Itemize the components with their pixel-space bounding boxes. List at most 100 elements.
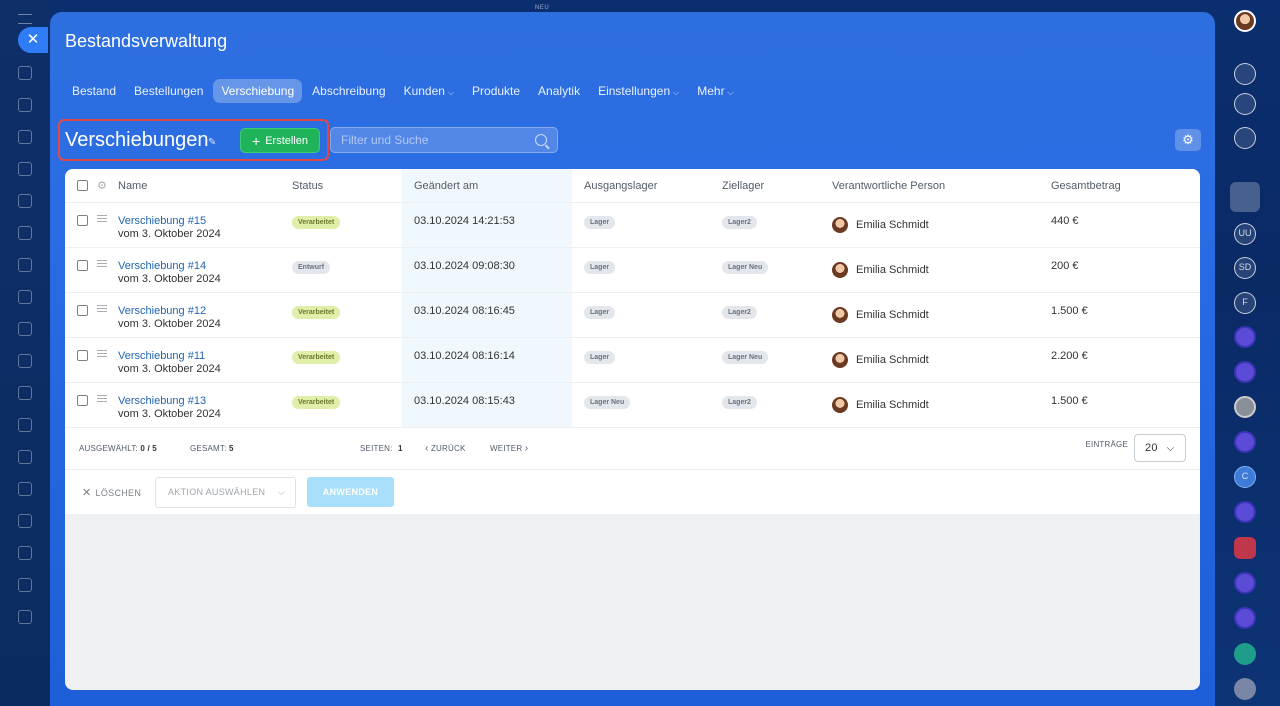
source-warehouse-tag: Lager	[584, 261, 616, 274]
documents-icon[interactable]	[18, 194, 32, 208]
per-page-select[interactable]: 20 ⌵	[1134, 434, 1186, 462]
row-name-link[interactable]: Verschiebung #12	[118, 305, 292, 317]
table-row[interactable]: Verschiebung #15 vom 3. Oktober 2024 Vera…	[65, 203, 1200, 248]
tab-mehr[interactable]: Mehr ⌵	[689, 79, 741, 103]
row-name-link[interactable]: Verschiebung #15	[118, 215, 292, 227]
row-menu-icon[interactable]	[97, 350, 107, 357]
table-row[interactable]: Verschiebung #14 vom 3. Oktober 2024 Entw…	[65, 248, 1200, 293]
tab-verschiebung[interactable]: Verschiebung	[213, 79, 303, 103]
settings-icon[interactable]	[18, 578, 32, 592]
row-checkbox[interactable]	[77, 260, 88, 271]
column-header-person[interactable]: Verantwortliche Person	[832, 180, 1051, 192]
search-box[interactable]	[330, 127, 558, 153]
contact-avatar[interactable]	[1234, 396, 1256, 418]
filter-icon[interactable]	[18, 482, 32, 496]
home-icon[interactable]	[18, 66, 32, 80]
analytics-icon[interactable]	[18, 354, 32, 368]
user-avatar[interactable]	[1234, 10, 1256, 32]
row-name-link[interactable]: Verschiebung #11	[118, 350, 292, 362]
tasks-check-icon[interactable]	[1234, 537, 1256, 559]
responsible-person[interactable]: Emilia Schmidt	[856, 264, 929, 276]
channel-icon[interactable]	[1234, 501, 1256, 523]
row-checkbox[interactable]	[77, 395, 88, 406]
checklist-icon[interactable]	[18, 290, 32, 304]
row-checkbox[interactable]	[77, 350, 88, 361]
table-row[interactable]: Verschiebung #11 vom 3. Oktober 2024 Vera…	[65, 338, 1200, 383]
lock-icon[interactable]	[1234, 643, 1256, 665]
inventory-icon[interactable]	[18, 450, 32, 464]
column-header-status[interactable]: Status	[292, 180, 402, 192]
channel-icon[interactable]	[1234, 607, 1256, 629]
settings-button[interactable]: ⚙	[1175, 129, 1201, 151]
tab-bestellungen[interactable]: Bestellungen	[126, 79, 211, 103]
tab-einstellungen[interactable]: Einstellungen ⌵	[590, 79, 687, 103]
column-header-date[interactable]: Geändert am	[402, 169, 572, 202]
column-settings-icon[interactable]: ⚙	[97, 179, 107, 192]
tab-analytik[interactable]: Analytik	[530, 79, 588, 103]
tab-abschreibung[interactable]: Abschreibung	[304, 79, 393, 103]
search-icon[interactable]	[535, 134, 547, 146]
select-all-checkbox[interactable]	[77, 180, 88, 191]
search-input[interactable]	[341, 133, 535, 147]
row-checkbox[interactable]	[77, 305, 88, 316]
close-slider-button[interactable]: ✕	[18, 27, 48, 53]
action-select[interactable]: AKTION AUSWÄHLEN ⌵	[155, 477, 296, 508]
bell-icon[interactable]	[1234, 63, 1256, 85]
column-header-to[interactable]: Ziellager	[722, 180, 832, 192]
sales-icon[interactable]	[18, 418, 32, 432]
source-warehouse-tag: Lager	[584, 351, 616, 364]
table-row[interactable]: Verschiebung #12 vom 3. Oktober 2024 Vera…	[65, 293, 1200, 338]
channel-icon[interactable]	[1234, 326, 1256, 348]
slider-panel: Bestandsverwaltung Bestand Bestellungen …	[50, 12, 1215, 706]
row-name-link[interactable]: Verschiebung #13	[118, 395, 292, 407]
row-checkbox[interactable]	[77, 215, 88, 226]
row-menu-icon[interactable]	[97, 305, 107, 312]
channel-icon[interactable]	[1234, 361, 1256, 383]
column-header-from[interactable]: Ausgangslager	[572, 180, 722, 192]
copilot-icon[interactable]	[1234, 93, 1256, 115]
lock-icon[interactable]	[1234, 678, 1256, 700]
tab-produkte[interactable]: Produkte	[464, 79, 528, 103]
crm-icon[interactable]	[18, 226, 32, 240]
back-button[interactable]: ‹ ZURÜCK	[425, 443, 466, 454]
feed-icon[interactable]	[18, 98, 32, 112]
avatar	[832, 397, 848, 413]
contact-avatar-active[interactable]	[1230, 182, 1260, 212]
contacts-icon[interactable]	[18, 162, 32, 176]
shop-icon[interactable]	[18, 386, 32, 400]
row-name-link[interactable]: Verschiebung #14	[118, 260, 292, 272]
channel-icon[interactable]	[1234, 572, 1256, 594]
calendar-icon[interactable]	[18, 258, 32, 272]
menu-icon[interactable]	[18, 14, 32, 24]
row-menu-icon[interactable]	[97, 395, 107, 402]
search-chat-icon[interactable]	[1234, 127, 1256, 149]
list-icon[interactable]	[18, 610, 32, 624]
delete-button[interactable]: ✕ LÖSCHEN	[82, 486, 141, 499]
responsible-person[interactable]: Emilia Schmidt	[856, 354, 929, 366]
pin-icon[interactable]: ✎	[208, 137, 216, 148]
row-menu-icon[interactable]	[97, 215, 107, 222]
contact-sd[interactable]: SD	[1234, 257, 1256, 279]
responsible-person[interactable]: Emilia Schmidt	[856, 219, 929, 231]
next-button[interactable]: WEITER ›	[490, 443, 528, 454]
column-header-total[interactable]: Gesamtbetrag	[1051, 180, 1191, 192]
create-button[interactable]: + Erstellen	[240, 128, 320, 153]
chevron-down-icon: ⌵	[1166, 442, 1175, 454]
table-row[interactable]: Verschiebung #13 vom 3. Oktober 2024 Vera…	[65, 383, 1200, 428]
column-header-name[interactable]: Name	[118, 180, 292, 192]
tab-bestand[interactable]: Bestand	[64, 79, 124, 103]
contact-f[interactable]: F	[1234, 292, 1256, 314]
channel-icon[interactable]	[1234, 431, 1256, 453]
responsible-person[interactable]: Emilia Schmidt	[856, 309, 929, 321]
apply-button[interactable]: ANWENDEN	[307, 477, 394, 507]
tasks-icon[interactable]	[18, 130, 32, 144]
target-warehouse-tag: Lager2	[722, 216, 757, 229]
chat-icon[interactable]	[18, 322, 32, 336]
cards-icon[interactable]	[18, 514, 32, 528]
contact-uu[interactable]: UU	[1234, 223, 1256, 245]
contact-c[interactable]: C	[1234, 466, 1256, 488]
row-menu-icon[interactable]	[97, 260, 107, 267]
responsible-person[interactable]: Emilia Schmidt	[856, 399, 929, 411]
tab-kunden[interactable]: Kunden ⌵	[396, 79, 462, 103]
team-icon[interactable]	[18, 546, 32, 560]
